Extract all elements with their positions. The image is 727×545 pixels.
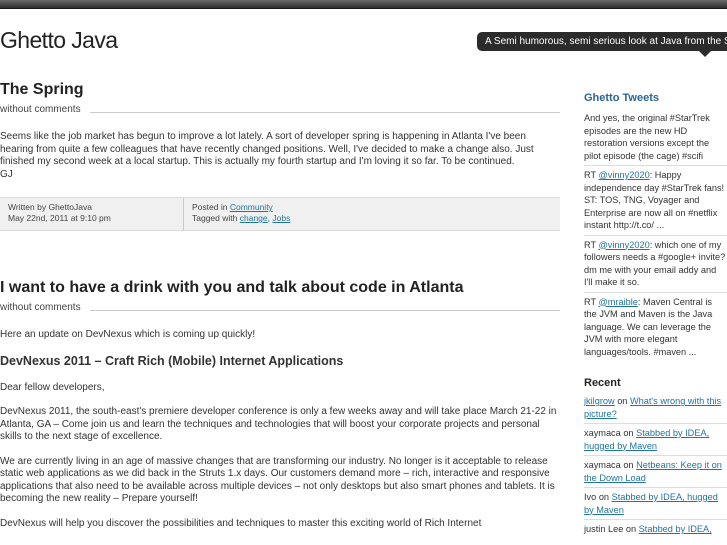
recent-comments-title: Recent [584, 377, 621, 389]
tweets-widget-title: Ghetto Tweets [584, 92, 659, 104]
tweet-handle-link[interactable]: @vinny2020 [598, 240, 649, 250]
comment-author: xaymaca [584, 460, 621, 470]
post-paragraph: DevNexus will help you discover the poss… [0, 517, 482, 529]
sidebar: Ghetto Tweets And yes, the original #Sta… [584, 92, 727, 542]
tweet-handle-link[interactable]: @mraible [598, 297, 637, 307]
post-intro: Here an update on DevNexus which is comi… [0, 329, 256, 340]
tweet-handle-link[interactable]: @vinny2020 [598, 170, 649, 180]
post-title[interactable]: I want to have a drink with you and talk… [0, 276, 560, 300]
comment-author: xaymaca [584, 428, 621, 438]
tag-link-change[interactable]: change [240, 213, 268, 223]
comments-count: without comments [0, 102, 560, 118]
post-greeting: Dear fellow developers, [0, 381, 105, 393]
tweet-item: RT @vinny2020: Happy independence day #S… [584, 169, 727, 236]
site-title[interactable]: Ghetto Java [0, 27, 118, 54]
tweet-item: And yes, the original #StarTrek episodes… [584, 112, 727, 166]
post-author: Written by GhettoJava [8, 202, 92, 212]
comment-author: justin Lee [584, 524, 624, 534]
post-body: Seems like the job market has begun to i… [0, 131, 560, 181]
comments-link[interactable]: without comments [0, 302, 81, 313]
tweet-text: And yes, the original #StarTrek episodes… [584, 113, 710, 161]
category-link[interactable]: Community [230, 202, 273, 212]
comment-on-text: on [614, 396, 630, 406]
comments-count: without comments [0, 300, 560, 316]
post-body: Here an update on DevNexus which is comi… [0, 329, 560, 530]
recent-comment-item: Ivo on Stabbed by IDEA, hugged by Maven [584, 491, 727, 520]
retweet-prefix: RT [584, 170, 599, 180]
post-meta: Written by GhettoJava May 22nd, 2011 at … [0, 197, 560, 231]
post-subtitle: DevNexus 2011 – Craft Rich (Mobile) Inte… [0, 353, 344, 368]
site-tagline: A Semi humorous, semi serious look at Ja… [477, 32, 727, 57]
post-author-date: Written by GhettoJava May 22nd, 2011 at … [0, 198, 184, 230]
top-bar [0, 0, 727, 9]
post-paragraph: We are currently living in an age of mas… [0, 455, 555, 505]
comment-author-link[interactable]: jkilgrow [584, 396, 615, 406]
post-taxonomy: Posted in Community Tagged with change, … [184, 198, 298, 230]
comment-post-link[interactable]: Stabbed by IDEA, [639, 524, 712, 534]
tag-link-jobs[interactable]: Jobs [272, 213, 290, 223]
post-title[interactable]: The Spring [0, 78, 560, 102]
tweet-item: RT @mraible: Maven Central is the JVM an… [584, 296, 727, 362]
post-signature: GJ [0, 168, 13, 180]
comment-author: Ivo [584, 492, 597, 502]
retweet-prefix: RT [584, 239, 599, 250]
recent-comment-item: xaymaca on Stabbed by IDEA, hugged by Ma… [584, 427, 727, 456]
comment-on-text: on [620, 460, 637, 470]
post-paragraph: Seems like the job market has begun to i… [0, 131, 534, 167]
post-drink-atlanta: I want to have a drink with you and talk… [0, 276, 560, 542]
post-paragraph: DevNexus 2011, the south-east's premiere… [0, 406, 557, 442]
comments-link[interactable]: without comments [0, 104, 81, 115]
comment-on-text: on [620, 428, 637, 438]
recent-comment-item: jkilgrow on What's wrong with this pictu… [584, 395, 727, 424]
comment-on-text: on [596, 492, 612, 502]
retweet-prefix: RT [584, 296, 599, 307]
comment-on-text: on [623, 524, 639, 534]
tag-separator: , [267, 213, 271, 223]
recent-comment-item: justin Lee on Stabbed by IDEA, [584, 523, 727, 539]
posted-in-label: Posted in [192, 202, 228, 212]
recent-comment-item: xaymaca on Netbeans: Keep it on the Down… [584, 459, 727, 488]
post-the-spring: The Spring without comments Seems like t… [0, 78, 560, 231]
tagged-with-label: Tagged with [192, 213, 238, 223]
post-date: May 22nd, 2011 at 9:10 pm [8, 213, 111, 223]
tweet-item: RT @vinny2020: which one of my followers… [584, 239, 727, 293]
